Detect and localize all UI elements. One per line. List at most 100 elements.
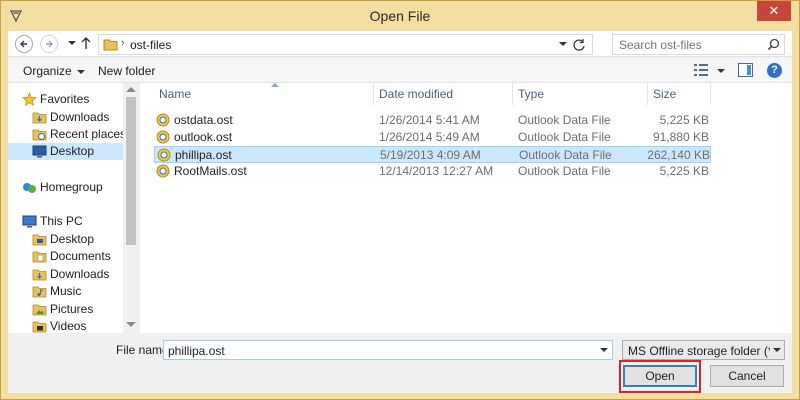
nav-item-this-pc[interactable]: This PC	[22, 213, 122, 230]
nav-item-label: Homegroup	[40, 180, 103, 194]
file-name-dropdown[interactable]	[600, 348, 608, 352]
scroll-down-arrow-icon[interactable]	[126, 322, 136, 327]
recent-locations-dropdown[interactable]	[68, 41, 76, 45]
file-row-ostdata[interactable]: ostdata.ost 1/26/2014 5:41 AM Outlook Da…	[154, 112, 711, 129]
nav-item-homegroup[interactable]: Homegroup	[22, 179, 122, 196]
nav-item-videos[interactable]: Videos	[32, 318, 122, 333]
file-row-outlook[interactable]: outlook.ost 1/26/2014 5:49 AM Outlook Da…	[154, 129, 711, 146]
nav-item-label: Downloads	[50, 267, 110, 281]
nav-item-desktop[interactable]: Desktop	[8, 143, 123, 160]
column-header-name[interactable]: Name	[154, 83, 374, 105]
cancel-button[interactable]: Cancel	[710, 365, 784, 387]
nav-item-favorites[interactable]: Favorites	[22, 91, 122, 108]
back-arrow-icon	[20, 40, 27, 48]
sort-ascending-icon	[271, 83, 279, 87]
new-folder-button[interactable]: New folder	[98, 64, 155, 78]
preview-pane-icon[interactable]	[738, 63, 753, 77]
ost-file-icon	[156, 113, 170, 127]
file-type-dropdown[interactable]	[770, 341, 784, 359]
ost-file-icon	[157, 148, 171, 162]
documents-folder-icon	[32, 251, 47, 263]
breadcrumb-ost-files[interactable]: ost-files	[130, 38, 171, 52]
file-list[interactable]: Name Date modified Type Size ostdata.ost…	[140, 83, 792, 333]
open-file-dialog: Open File ✕ › ost-files Search ost-files…	[0, 0, 800, 400]
nav-pane-scrollbar[interactable]	[123, 83, 139, 333]
close-button[interactable]: ✕	[757, 1, 791, 21]
address-dropdown[interactable]	[559, 42, 567, 46]
view-dropdown[interactable]	[717, 69, 725, 73]
file-name: outlook.ost	[174, 130, 233, 144]
chevron-down-icon	[76, 69, 85, 74]
star-icon	[22, 92, 37, 107]
back-button[interactable]	[15, 35, 33, 53]
nav-item-label: Videos	[50, 319, 87, 333]
column-header-size[interactable]: Size	[648, 83, 711, 105]
file-date: 12/14/2013 12:27 AM	[379, 164, 494, 178]
file-type: Outlook Data File	[518, 164, 611, 178]
file-type-filter-value: MS Offline storage folder (*.ost)	[628, 344, 785, 358]
dialog-body: › ost-files Organize New folder ?	[8, 31, 792, 393]
organize-button[interactable]: Organize	[23, 64, 85, 78]
ost-file-icon	[156, 130, 170, 144]
file-size: 5,225 KB	[659, 113, 709, 127]
title-bar[interactable]: Open File ✕	[1, 1, 799, 31]
videos-folder-icon	[32, 321, 47, 333]
search-icon[interactable]	[767, 38, 780, 51]
search-input[interactable]	[619, 38, 759, 52]
breadcrumb-chevron[interactable]: ›	[121, 37, 125, 49]
file-date: 1/26/2014 5:49 AM	[379, 130, 480, 144]
search-box[interactable]	[612, 34, 785, 55]
address-row: › ost-files	[8, 31, 792, 57]
up-arrow-icon[interactable]	[80, 36, 92, 50]
scrollbar-thumb[interactable]	[126, 97, 136, 245]
column-header-type[interactable]: Type	[513, 83, 648, 105]
folder-icon	[103, 39, 118, 51]
file-name-combobox[interactable]	[163, 340, 613, 360]
nav-item-label: Desktop	[50, 232, 95, 246]
file-size: 91,880 KB	[652, 130, 709, 144]
pictures-folder-icon	[32, 304, 47, 316]
nav-item-label: Recent places	[50, 127, 127, 141]
nav-item-label: Desktop	[50, 144, 95, 158]
view-options-icon[interactable]	[694, 64, 708, 76]
forward-arrow-icon	[46, 40, 53, 48]
file-row-rootmails[interactable]: RootMails.ost 12/14/2013 12:27 AM Outloo…	[154, 163, 711, 180]
file-date: 5/19/2013 4:09 AM	[380, 148, 481, 162]
command-bar: Organize New folder ?	[8, 58, 792, 83]
ost-file-icon	[156, 164, 170, 178]
nav-item-label: Documents	[50, 249, 111, 263]
column-header-label: Name	[159, 87, 192, 101]
open-button[interactable]: Open	[623, 365, 697, 387]
file-name-input[interactable]	[168, 344, 588, 358]
file-type: Outlook Data File	[518, 130, 611, 144]
organize-label: Organize	[23, 64, 72, 78]
help-icon[interactable]: ?	[767, 63, 782, 78]
nav-item-label: Pictures	[50, 302, 94, 316]
address-bar[interactable]: › ost-files	[98, 34, 593, 55]
file-type: Outlook Data File	[518, 113, 611, 127]
scroll-up-arrow-icon[interactable]	[126, 87, 136, 92]
nav-item-pc-downloads[interactable]: Downloads	[32, 266, 122, 283]
file-type-filter[interactable]: MS Offline storage folder (*.ost)	[622, 340, 785, 360]
navigation-pane[interactable]: Favorites Downloads Recent places Deskto…	[8, 83, 139, 333]
file-date: 1/26/2014 5:41 AM	[379, 113, 480, 127]
nav-item-pc-desktop[interactable]: Desktop	[32, 231, 122, 248]
file-row-phillipa[interactable]: phillipa.ost 5/19/2013 4:09 AM Outlook D…	[154, 146, 711, 163]
nav-item-downloads[interactable]: Downloads	[32, 109, 122, 126]
file-name: phillipa.ost	[175, 148, 232, 162]
file-name: RootMails.ost	[174, 164, 247, 178]
desktop-folder-icon	[32, 234, 47, 246]
recent-places-icon	[32, 129, 47, 141]
window-title: Open File	[369, 8, 431, 24]
forward-button[interactable]	[40, 35, 58, 53]
nav-item-pictures[interactable]: Pictures	[32, 301, 122, 318]
nav-item-music[interactable]: Music	[32, 283, 122, 300]
refresh-icon[interactable]	[571, 37, 587, 53]
nav-item-documents[interactable]: Documents	[32, 248, 122, 265]
music-folder-icon	[32, 286, 47, 298]
downloads-folder-icon	[32, 269, 47, 281]
chevron-down-icon	[773, 348, 781, 352]
nav-item-recent-places[interactable]: Recent places	[32, 126, 126, 143]
desktop-icon	[32, 145, 47, 158]
column-header-date-modified[interactable]: Date modified	[374, 83, 513, 105]
